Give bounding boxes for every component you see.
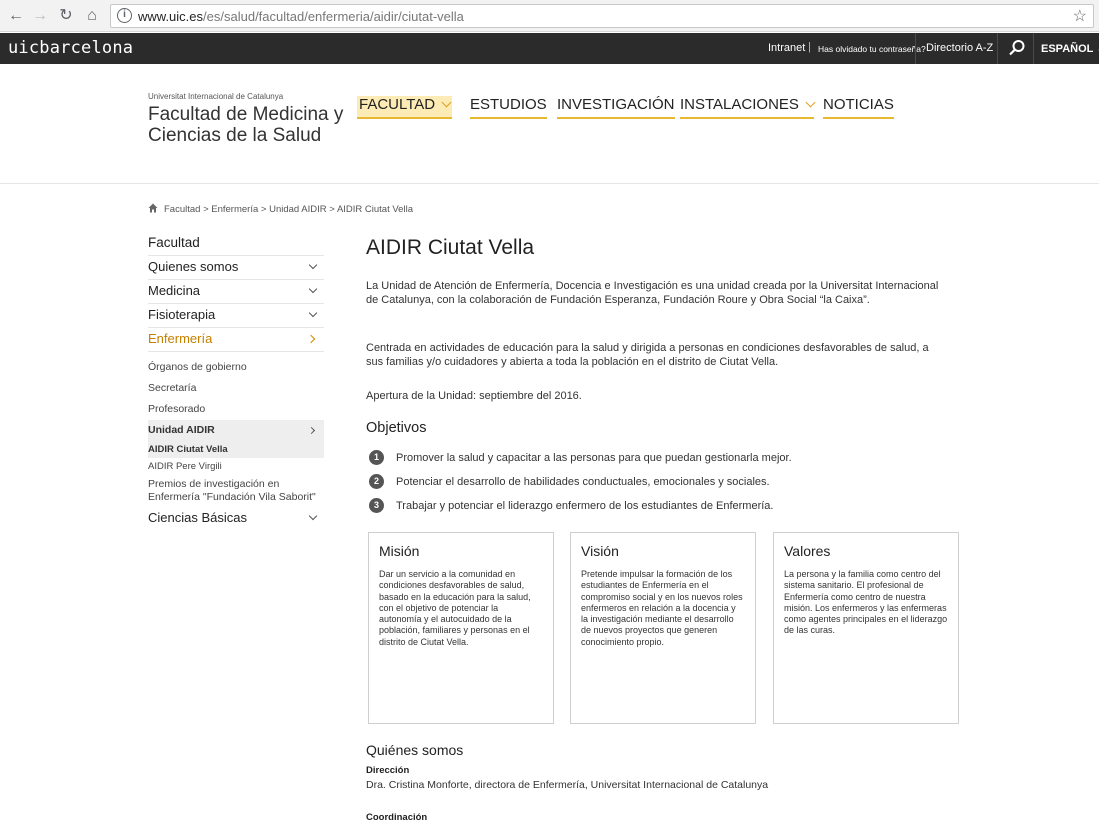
intro-paragraph: La Unidad de Atención de Enfermería, Doc… [366, 280, 939, 306]
page-title: AIDIR Ciutat Vella [366, 236, 535, 259]
chevron-down-icon [441, 97, 452, 108]
direccion-label: Dirección [366, 765, 410, 776]
nav-noticias[interactable]: NOTICIAS [823, 96, 894, 119]
chevron-down-icon [308, 511, 318, 521]
topbar-divider [1033, 33, 1034, 64]
topbar-separator: | [808, 41, 811, 53]
sidebar-item-label: Quienes somos [148, 259, 239, 274]
site-logo[interactable]: uicbarcelona [8, 38, 133, 58]
breadcrumb[interactable]: Facultad > Enfermería > Unidad AIDIR > A… [148, 203, 413, 215]
forgot-password-link[interactable]: Has olvidado tu contraseña? [818, 44, 926, 54]
sidebar: Facultad Quienes somos Medicina Fisioter… [148, 232, 324, 531]
objective-number: 1 [369, 450, 384, 465]
nav-label: FACULTAD [359, 96, 436, 113]
university-name: Universitat Internacional de Catalunya [148, 92, 284, 101]
card-text: La persona y la familia como centro del … [784, 569, 948, 636]
card-title: Visión [581, 543, 619, 559]
url-text[interactable]: www.uic.es/es/salud/facultad/enfermeria/… [138, 9, 464, 24]
objective-text: Potenciar el desarrollo de habilidades c… [396, 476, 770, 488]
address-bar[interactable]: i www.uic.es/es/salud/facultad/enfermeri… [110, 4, 1094, 28]
site-topbar: uicbarcelona Intranet | Has olvidado tu … [0, 33, 1099, 64]
nav-estudios[interactable]: ESTUDIOS [470, 96, 547, 119]
sidebar-sub3-pere-virgili[interactable]: AIDIR Pere Virgili [148, 458, 324, 475]
objective-text: Trabajar y potenciar el liderazgo enferm… [396, 500, 774, 512]
topbar-divider [915, 33, 916, 64]
card-title: Valores [784, 543, 831, 559]
sidebar-item-fisioterapia[interactable]: Fisioterapia [148, 304, 324, 328]
language-label: ESPAÑOL [1041, 43, 1094, 55]
valores-card: Valores La persona y la familia como cen… [773, 532, 959, 724]
url-path: /es/salud/facultad/enfermeria/aidir/ciut… [203, 9, 464, 24]
sidebar-sub-profesorado[interactable]: Profesorado [148, 399, 324, 420]
chevron-right-icon [306, 334, 316, 344]
objective-item: 2 Potenciar el desarrollo de habilidades … [369, 474, 770, 490]
card-text: Pretende impulsar la formación de los es… [581, 569, 743, 647]
sidebar-sub-unidad-aidir[interactable]: Unidad AIDIR [148, 420, 324, 441]
home-icon[interactable]: ⌂ [82, 6, 102, 26]
card-title: Misión [379, 543, 420, 559]
focus-paragraph: Centrada en actividades de educación par… [366, 342, 929, 368]
card-text: Dar un servicio a la comunidad en condic… [379, 569, 531, 647]
sidebar-item-medicina[interactable]: Medicina [148, 280, 324, 304]
forward-icon[interactable]: → [30, 6, 50, 26]
vision-card: Visión Pretende impulsar la formación de… [570, 532, 756, 724]
browser-toolbar: ← → ↻ ⌂ i www.uic.es/es/salud/facultad/e… [0, 0, 1099, 32]
home-icon[interactable] [148, 203, 158, 213]
objective-item: 3 Trabajar y potenciar el liderazgo enfer… [369, 498, 773, 514]
nav-label: ESTUDIOS [470, 96, 547, 113]
sidebar-sub3-ciutat-vella[interactable]: AIDIR Ciutat Vella [148, 441, 324, 458]
sidebar-item-label: Enfermería [148, 331, 213, 346]
back-icon[interactable]: ← [6, 6, 26, 26]
objective-item: 1 Promover la salud y capacitar a las per… [369, 450, 792, 466]
sidebar-sub-organos[interactable]: Órganos de gobierno [148, 357, 324, 378]
objective-number: 3 [369, 498, 384, 513]
directory-link[interactable]: Directorio A-Z [926, 42, 993, 54]
direccion-text: Dra. Cristina Monforte, directora de Enf… [366, 779, 769, 791]
sidebar-sub-label: Unidad AIDIR [148, 424, 215, 436]
sidebar-item-quienes-somos[interactable]: Quienes somos [148, 256, 324, 280]
nav-investigacion[interactable]: INVESTIGACIÓN [557, 96, 675, 119]
chevron-down-icon [308, 308, 318, 318]
breadcrumb-path[interactable]: Facultad > Enfermería > Unidad AIDIR > A… [164, 204, 413, 215]
coordinacion-label: Coordinación [366, 812, 428, 823]
nav-instalaciones[interactable]: INSTALACIONES [680, 96, 816, 119]
sidebar-heading[interactable]: Facultad [148, 232, 324, 256]
chevron-down-icon [308, 260, 318, 270]
nav-label: NOTICIAS [823, 96, 894, 113]
quienes-somos-heading: Quiénes somos [366, 742, 464, 758]
chevron-right-icon [307, 426, 316, 435]
nav-facultad[interactable]: FACULTAD [357, 96, 453, 119]
sidebar-sub-premios[interactable]: Premios de investigación en Enfermería "… [148, 475, 324, 507]
url-host: www.uic.es [138, 9, 204, 24]
nav-label: INSTALACIONES [680, 96, 799, 113]
objectives-heading: Objetivos [366, 420, 427, 436]
nav-label: INVESTIGACIÓN [557, 96, 675, 113]
header-divider [0, 183, 1099, 184]
sidebar-item-ciencias-basicas[interactable]: Ciencias Básicas [148, 507, 324, 531]
opening-date: Apertura de la Unidad: septiembre del 20… [366, 390, 582, 402]
sidebar-item-label: Fisioterapia [148, 307, 216, 322]
objective-number: 2 [369, 474, 384, 489]
sidebar-item-enfermeria[interactable]: Enfermería [148, 328, 324, 352]
reload-icon[interactable]: ↻ [56, 6, 76, 26]
topbar-divider [997, 33, 998, 64]
intranet-link[interactable]: Intranet [768, 42, 805, 54]
chevron-down-icon [308, 284, 318, 294]
bookmark-star-icon[interactable]: ☆ [1073, 6, 1087, 26]
objective-text: Promover la salud y capacitar a las pers… [396, 452, 792, 464]
info-icon[interactable]: i [117, 8, 132, 23]
sidebar-item-label: Ciencias Básicas [148, 510, 247, 525]
sidebar-sub-secretaria[interactable]: Secretaría [148, 378, 324, 399]
mision-card: Misión Dar un servicio a la comunidad en… [368, 532, 554, 724]
faculty-title[interactable]: Facultad de Medicina y Ciencias de la Sa… [148, 104, 348, 146]
sidebar-item-label: Medicina [148, 283, 201, 298]
language-selector[interactable]: ESPAÑOL ⌄ [1041, 42, 1099, 55]
chevron-down-icon [805, 97, 816, 108]
search-icon[interactable] [1008, 39, 1026, 57]
